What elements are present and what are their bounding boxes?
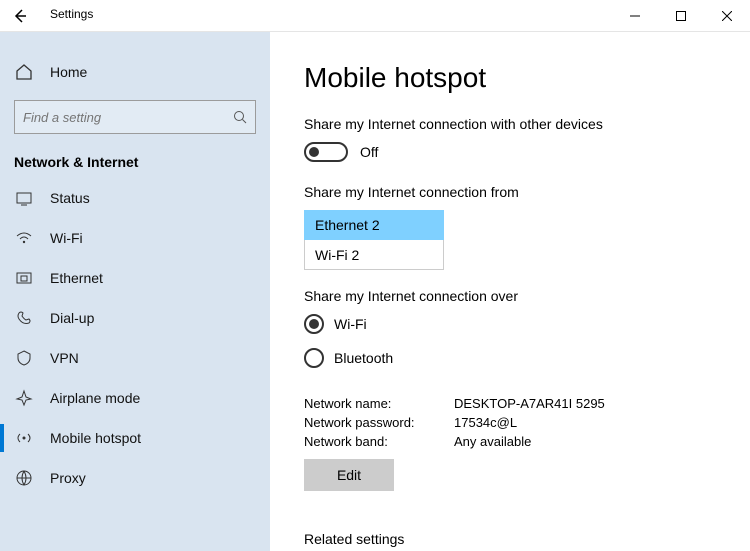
sidebar-item-label: Airplane mode bbox=[50, 390, 140, 406]
radio-label: Wi-Fi bbox=[334, 316, 367, 332]
radio-wifi[interactable]: Wi-Fi bbox=[304, 314, 716, 334]
proxy-icon bbox=[14, 468, 34, 488]
ethernet-icon bbox=[14, 268, 34, 288]
main-content: Mobile hotspot Share my Internet connect… bbox=[270, 32, 750, 551]
airplane-icon bbox=[14, 388, 34, 408]
sidebar-item-label: VPN bbox=[50, 350, 79, 366]
sidebar-item-hotspot[interactable]: Mobile hotspot bbox=[0, 418, 270, 458]
search-box[interactable] bbox=[14, 100, 256, 134]
network-name-value: DESKTOP-A7AR41I 5295 bbox=[454, 396, 605, 411]
sidebar-item-proxy[interactable]: Proxy bbox=[0, 458, 270, 498]
radio-bluetooth[interactable]: Bluetooth bbox=[304, 348, 716, 368]
minimize-button[interactable] bbox=[612, 0, 658, 32]
network-band-key: Network band: bbox=[304, 434, 454, 449]
dropdown-option[interactable]: Wi-Fi 2 bbox=[304, 240, 444, 270]
share-from-label: Share my Internet connection from bbox=[304, 184, 716, 200]
sidebar-item-status[interactable]: Status bbox=[0, 178, 270, 218]
sidebar-item-ethernet[interactable]: Ethernet bbox=[0, 258, 270, 298]
sidebar-item-label: Status bbox=[50, 190, 90, 206]
sidebar-item-dialup[interactable]: Dial-up bbox=[0, 298, 270, 338]
arrow-left-icon bbox=[12, 8, 28, 24]
app-title: Settings bbox=[50, 7, 93, 21]
radio-label: Bluetooth bbox=[334, 350, 393, 366]
search-icon bbox=[233, 110, 247, 124]
search-input[interactable] bbox=[23, 110, 233, 125]
sidebar-item-label: Dial-up bbox=[50, 310, 94, 326]
network-band-value: Any available bbox=[454, 434, 531, 449]
status-icon bbox=[14, 188, 34, 208]
radio-button[interactable] bbox=[304, 348, 324, 368]
share-from-dropdown[interactable]: Ethernet 2 Wi-Fi 2 bbox=[304, 210, 444, 270]
network-password-key: Network password: bbox=[304, 415, 454, 430]
sidebar-item-airplane[interactable]: Airplane mode bbox=[0, 378, 270, 418]
edit-button[interactable]: Edit bbox=[304, 459, 394, 491]
network-name-key: Network name: bbox=[304, 396, 454, 411]
back-button[interactable] bbox=[10, 6, 30, 26]
minimize-icon bbox=[630, 11, 640, 21]
sidebar-item-label: Ethernet bbox=[50, 270, 103, 286]
sidebar-item-label: Wi-Fi bbox=[50, 230, 83, 246]
vpn-icon bbox=[14, 348, 34, 368]
share-toggle-label: Share my Internet connection with other … bbox=[304, 116, 716, 132]
titlebar: Settings bbox=[0, 0, 750, 32]
home-icon bbox=[14, 62, 34, 82]
maximize-button[interactable] bbox=[658, 0, 704, 32]
sidebar-home-label: Home bbox=[50, 64, 87, 80]
dialup-icon bbox=[14, 308, 34, 328]
network-password-value: 17534c@L bbox=[454, 415, 517, 430]
radio-button[interactable] bbox=[304, 314, 324, 334]
related-settings-header: Related settings bbox=[304, 531, 716, 547]
dropdown-option-selected[interactable]: Ethernet 2 bbox=[304, 210, 444, 240]
share-toggle-state: Off bbox=[360, 144, 378, 160]
close-button[interactable] bbox=[704, 0, 750, 32]
sidebar: Home Network & Internet Status Wi-Fi Eth… bbox=[0, 32, 270, 551]
hotspot-icon bbox=[14, 428, 34, 448]
sidebar-item-label: Mobile hotspot bbox=[50, 430, 141, 446]
page-title: Mobile hotspot bbox=[304, 62, 716, 94]
sidebar-section-header: Network & Internet bbox=[0, 154, 270, 178]
sidebar-item-wifi[interactable]: Wi-Fi bbox=[0, 218, 270, 258]
maximize-icon bbox=[676, 11, 686, 21]
close-icon bbox=[722, 11, 732, 21]
share-over-label: Share my Internet connection over bbox=[304, 288, 716, 304]
share-toggle[interactable] bbox=[304, 142, 348, 162]
sidebar-item-vpn[interactable]: VPN bbox=[0, 338, 270, 378]
sidebar-home[interactable]: Home bbox=[0, 52, 270, 92]
sidebar-item-label: Proxy bbox=[50, 470, 86, 486]
wifi-icon bbox=[14, 228, 34, 248]
